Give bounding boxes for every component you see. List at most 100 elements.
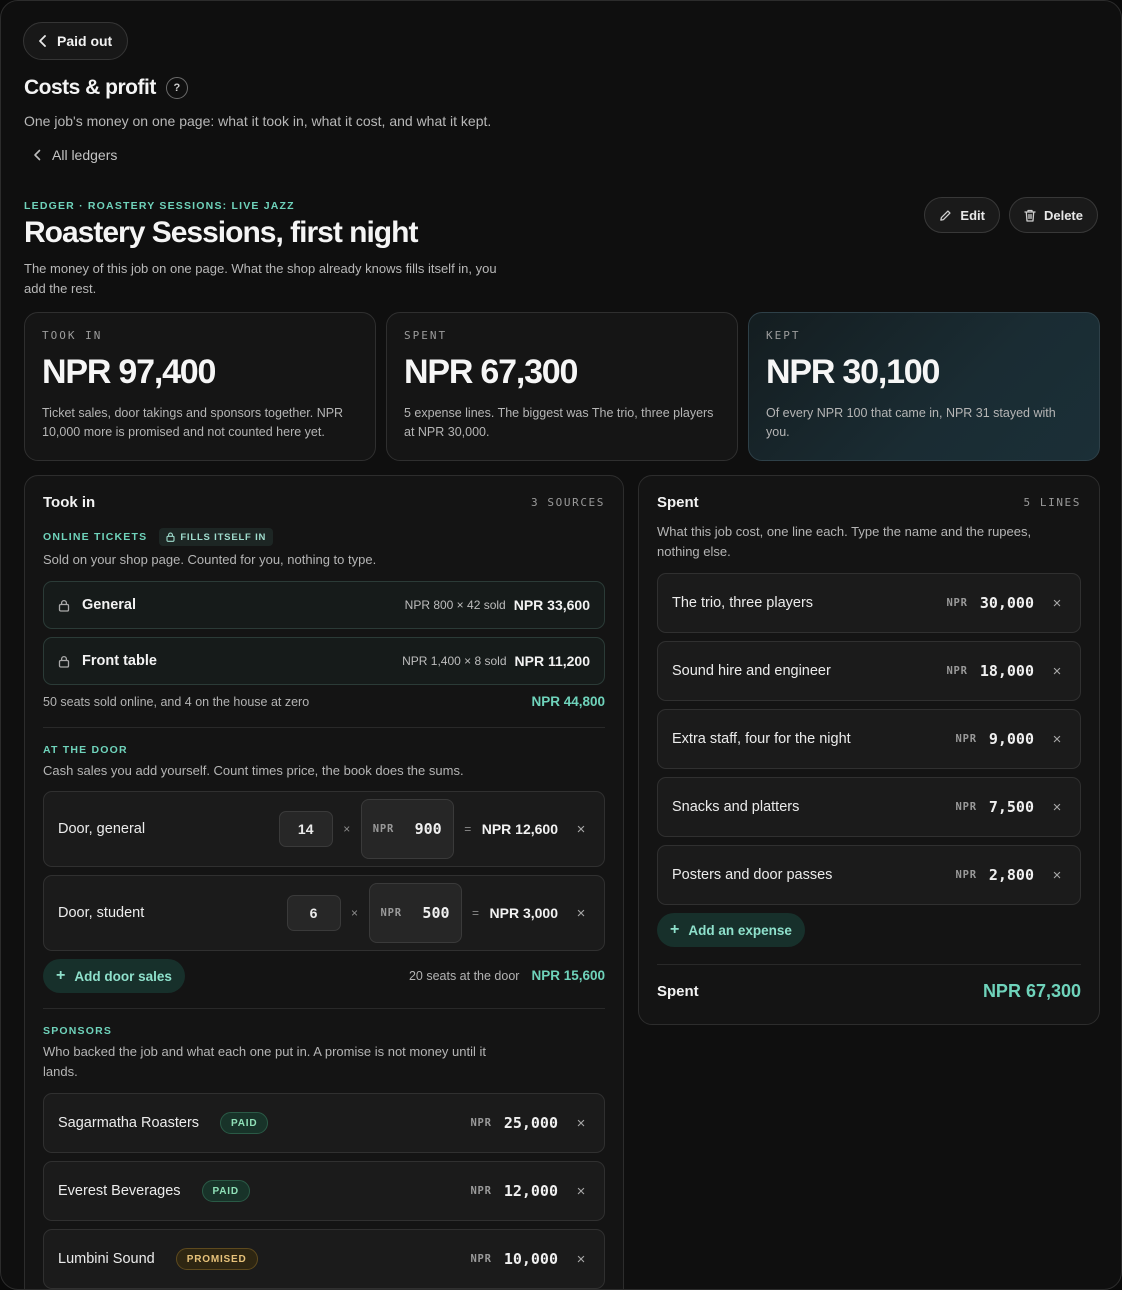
- currency-tag: NPR: [470, 1253, 492, 1265]
- ledger-actions: Edit Delete: [924, 197, 1098, 233]
- expense-row: The trio, three players NPR 30,000 ×: [657, 573, 1081, 633]
- expense-row: Snacks and platters NPR 7,500 ×: [657, 777, 1081, 837]
- sponsor-name: Everest Beverages: [58, 1183, 181, 1199]
- plus-icon: +: [670, 921, 680, 938]
- trash-icon: [1024, 209, 1036, 222]
- sponsor-amount[interactable]: 10,000: [504, 1250, 558, 1268]
- online-tickets-heading: ONLINE TICKETS FILLS ITSELF IN: [43, 528, 274, 546]
- door-sale-name: Door, student: [58, 905, 145, 921]
- door-sale-name: Door, general: [58, 821, 146, 837]
- expense-name[interactable]: Snacks and platters: [672, 799, 799, 815]
- price-input[interactable]: NPR 900: [360, 799, 454, 859]
- delete-button[interactable]: Delete: [1008, 197, 1098, 233]
- currency-tag: NPR: [955, 869, 977, 881]
- pencil-icon: [940, 209, 952, 221]
- quantity-input[interactable]: 6: [286, 895, 341, 931]
- expense-amount[interactable]: 9,000: [989, 730, 1034, 748]
- expense-amount[interactable]: 18,000: [980, 662, 1034, 680]
- expense-amount[interactable]: 30,000: [980, 594, 1034, 612]
- panel-title: Took in: [43, 494, 96, 511]
- lock-icon: [58, 599, 70, 612]
- expense-name[interactable]: Posters and door passes: [672, 867, 832, 883]
- close-icon[interactable]: ×: [1048, 731, 1066, 748]
- chevron-left-icon: [34, 149, 41, 161]
- add-expense-button[interactable]: + Add an expense: [657, 913, 805, 947]
- status-badge: PAID: [201, 1180, 250, 1202]
- edit-button[interactable]: Edit: [924, 197, 1000, 233]
- stat-card-took-in: TOOK IN NPR 97,400 Ticket sales, door ta…: [24, 312, 376, 461]
- took-in-panel: Took in 3 SOURCES ONLINE TICKETS FILLS I…: [24, 475, 624, 1289]
- stat-card-kept: KEPT NPR 30,100 Of every NPR 100 that ca…: [748, 312, 1100, 461]
- close-icon[interactable]: ×: [572, 1115, 590, 1132]
- page-subtitle: One job's money on one page: what it too…: [24, 113, 492, 129]
- online-ticket-row: General NPR 800 × 42 sold NPR 33,600: [43, 581, 605, 629]
- close-icon[interactable]: ×: [572, 821, 590, 838]
- door-sale-row: Door, general 14 × NPR 900 = NPR 12,600 …: [43, 791, 605, 867]
- close-icon[interactable]: ×: [1048, 595, 1066, 612]
- equals-sign: =: [472, 906, 480, 920]
- close-icon[interactable]: ×: [1048, 663, 1066, 680]
- expense-amount[interactable]: 2,800: [989, 866, 1034, 884]
- add-door-sales-button[interactable]: + Add door sales: [43, 959, 185, 993]
- sponsor-amount[interactable]: 12,000: [504, 1182, 558, 1200]
- ledger-eyebrow: LEDGER · ROASTERY SESSIONS: LIVE JAZZ: [24, 200, 295, 212]
- sponsor-amount[interactable]: 25,000: [504, 1114, 558, 1132]
- panel-title: Spent: [657, 494, 699, 511]
- section-label: AT THE DOOR: [43, 744, 128, 756]
- line-total: NPR 12,600: [481, 821, 558, 837]
- expense-amount[interactable]: 7,500: [989, 798, 1034, 816]
- status-badge: PAID: [220, 1112, 269, 1134]
- plus-icon: +: [56, 967, 66, 984]
- stat-label: SPENT: [404, 329, 448, 342]
- currency-tag: NPR: [470, 1117, 492, 1129]
- expense-name[interactable]: The trio, three players: [672, 595, 813, 611]
- expense-name[interactable]: Sound hire and engineer: [672, 663, 831, 679]
- subtotal-note: 20 seats at the door: [408, 968, 520, 983]
- all-ledgers-link[interactable]: All ledgers: [33, 147, 117, 163]
- expense-name[interactable]: Extra staff, four for the night: [672, 731, 851, 747]
- section-description: Cash sales you add yourself. Count times…: [43, 763, 464, 778]
- divider: [657, 964, 1081, 965]
- spent-total: Spent NPR 67,300: [657, 981, 1081, 1002]
- panel-count: 3 SOURCES: [530, 496, 605, 509]
- subtotal-note: 50 seats sold online, and 4 on the house…: [43, 694, 310, 709]
- total-label: Spent: [657, 983, 699, 1000]
- divider: [43, 727, 605, 728]
- lock-icon: [58, 655, 70, 668]
- ticket-total: NPR 33,600: [513, 597, 590, 613]
- price-value: 900: [414, 820, 442, 838]
- back-button[interactable]: Paid out: [23, 22, 129, 60]
- subtotal-value: NPR 44,800: [531, 694, 605, 709]
- ledger-title: Roastery Sessions, first night: [24, 216, 418, 249]
- quantity-input[interactable]: 14: [278, 811, 333, 847]
- stat-value: NPR 97,400: [42, 353, 216, 391]
- stat-label: TOOK IN: [42, 329, 103, 342]
- close-icon[interactable]: ×: [1048, 799, 1066, 816]
- close-icon[interactable]: ×: [1048, 867, 1066, 884]
- section-label: ONLINE TICKETS: [43, 531, 148, 543]
- edit-button-label: Edit: [960, 207, 985, 223]
- times-sign: ×: [351, 906, 359, 920]
- ticket-total: NPR 11,200: [514, 653, 591, 669]
- lock-icon: [166, 532, 175, 542]
- sponsor-name: Sagarmatha Roasters: [58, 1115, 200, 1131]
- section-description: Who backed the job and what each one put…: [43, 1044, 486, 1079]
- subtotal-value: NPR 15,600: [531, 968, 605, 983]
- close-icon[interactable]: ×: [572, 1251, 590, 1268]
- sponsor-row: Lumbini Sound PROMISED NPR 10,000 ×: [43, 1229, 605, 1289]
- times-sign: ×: [343, 822, 351, 836]
- ticket-calc: NPR 1,400 × 8 sold: [402, 654, 507, 668]
- close-icon[interactable]: ×: [572, 905, 590, 922]
- chevron-left-icon: [39, 35, 46, 47]
- price-input[interactable]: NPR 500: [368, 883, 462, 943]
- currency-tag: NPR: [470, 1185, 492, 1197]
- stat-description: 5 expense lines. The biggest was The tri…: [404, 406, 714, 439]
- sponsor-row: Everest Beverages PAID NPR 12,000 ×: [43, 1161, 605, 1221]
- back-button-label: Paid out: [57, 33, 113, 49]
- close-icon[interactable]: ×: [572, 1183, 590, 1200]
- online-subtotal: 50 seats sold online, and 4 on the house…: [43, 694, 605, 709]
- panel-count: 5 LINES: [1023, 496, 1081, 509]
- help-icon[interactable]: ?: [165, 77, 188, 99]
- stat-label: KEPT: [766, 329, 801, 342]
- ticket-calc: NPR 800 × 42 sold: [404, 598, 506, 612]
